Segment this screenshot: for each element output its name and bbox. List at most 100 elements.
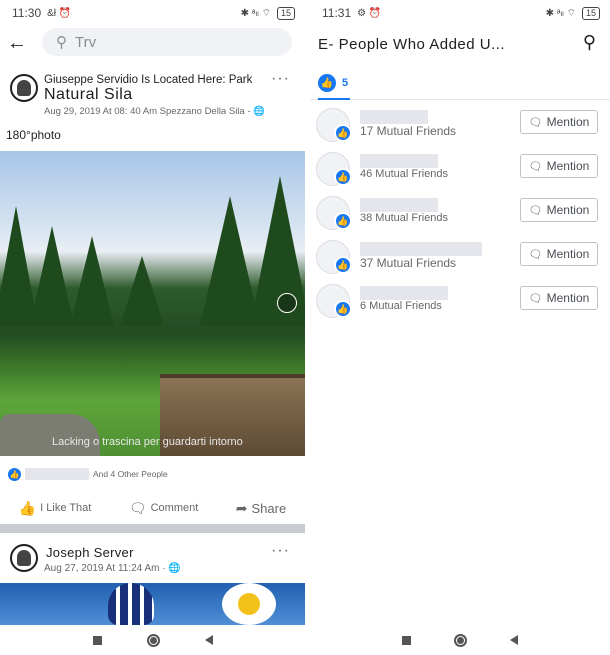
android-nav-bar	[0, 625, 305, 655]
post2-photo[interactable]	[0, 583, 305, 625]
status-time: 11:30	[12, 6, 42, 20]
photo-hint: Lacking o trascina per guardarti intorno	[52, 436, 243, 448]
back-icon[interactable]	[510, 635, 519, 645]
pan-cursor-icon[interactable]	[277, 293, 297, 313]
search-placeholder: Trv	[75, 33, 97, 51]
mention-button[interactable]: 🗨 Mention	[520, 242, 598, 266]
more-options-icon[interactable]: ···	[271, 542, 290, 560]
mention-label: Mention	[546, 247, 590, 261]
mention-button[interactable]: 🗨 Mention	[520, 154, 598, 178]
home-icon[interactable]	[146, 633, 160, 647]
mention-button[interactable]: 🗨 Mention	[520, 198, 598, 222]
likes-text: And 4 Other People	[93, 469, 168, 479]
list-item[interactable]: 👍 6 Mutual Friends 🗨 Mention	[310, 280, 610, 324]
globe-icon: 🌐	[168, 563, 181, 574]
mutual-friends: 6 Mutual Friends	[360, 300, 442, 312]
comment-icon: 🗨	[528, 248, 543, 261]
top-bar: ← ⚲ Trv	[0, 26, 305, 60]
reaction-tabs: 👍 5	[310, 64, 610, 100]
post-author-line[interactable]: Giuseppe Servidio Is Located Here: Park	[44, 74, 252, 86]
search-input[interactable]: ⚲ Trv	[42, 28, 292, 56]
recents-icon[interactable]	[401, 635, 411, 645]
post-timestamp: Aug 29, 2019 At 08: 40 Am Spezzano Della…	[44, 106, 251, 117]
post-meta: Aug 29, 2019 At 08: 40 Am Spezzano Della…	[44, 106, 265, 117]
redacted-name	[360, 154, 438, 168]
back-arrow-icon[interactable]: ←	[0, 32, 34, 55]
search-icon: ⚲	[56, 34, 67, 51]
like-badge-icon: 👍	[334, 168, 352, 186]
feed-separator	[0, 524, 305, 533]
like-badge-icon: 👍	[334, 124, 352, 142]
battery-icon: 15	[276, 6, 295, 20]
comment-icon: 🗨	[528, 160, 543, 173]
comment-icon: 🗨	[528, 116, 543, 129]
photo-label: 180°photo	[6, 128, 61, 142]
mutual-friends: 37 Mutual Friends	[360, 256, 457, 270]
mention-label: Mention	[546, 203, 590, 217]
like-label: I Like That	[40, 502, 92, 514]
like-badge-icon: 👍	[334, 212, 352, 230]
post-location[interactable]: Natural Sila	[44, 86, 133, 104]
comment-icon: 🗨	[528, 292, 543, 305]
share-button[interactable]: ➦ Share	[236, 500, 286, 517]
recents-icon[interactable]	[92, 635, 102, 645]
back-icon[interactable]	[204, 635, 213, 645]
like-reaction-icon: 👍	[318, 74, 336, 92]
list-item[interactable]: 👍 38 Mutual Friends 🗨 Mention	[310, 192, 610, 236]
status-bar: 11:30 &ł ⏰ ✱ ᵃₗₗ ⌔ 15	[0, 0, 305, 26]
post2-author[interactable]: Joseph Server	[46, 545, 134, 560]
status-time: 11:31	[322, 6, 352, 20]
status-signal-icons: ✱ ᵃₗₗ ⌔	[545, 7, 576, 19]
redacted-name	[360, 110, 428, 124]
avatar[interactable]	[10, 74, 38, 102]
search-icon[interactable]: ⚲	[583, 32, 596, 53]
balloon-shape	[108, 583, 154, 625]
tree-shape	[30, 226, 74, 326]
status-bar: 11:31 ⚙ ⏰ ✱ ᵃₗₗ ⌔ 15	[310, 0, 610, 26]
mutual-friends: 38 Mutual Friends	[360, 212, 449, 224]
like-button[interactable]: 👍 I Like That	[19, 500, 92, 517]
title-bar: E- People Who Added U... ⚲	[310, 26, 610, 62]
mention-label: Mention	[546, 159, 590, 173]
tree-shape	[120, 256, 164, 326]
status-right-icons: ✱ ᵃₗₗ ⌔ 15	[241, 6, 295, 20]
mention-button[interactable]: 🗨 Mention	[520, 286, 598, 310]
list-item[interactable]: 👍 37 Mutual Friends 🗨 Mention	[310, 236, 610, 280]
list-item[interactable]: 👍 17 Mutual Friends 🗨 Mention	[310, 104, 610, 148]
like-badge-icon: 👍	[334, 300, 352, 318]
comment-icon: 🗨	[528, 204, 543, 217]
post-header: Giuseppe Servidio Is Located Here: Park …	[8, 68, 298, 128]
right-screen: 11:31 ⚙ ⏰ ✱ ᵃₗₗ ⌔ 15 E- People Who Added…	[310, 0, 610, 655]
tree-shape	[70, 236, 114, 326]
daisy-shape	[222, 583, 276, 625]
rock-shape	[0, 414, 100, 456]
mention-button[interactable]: 🗨 Mention	[520, 110, 598, 134]
page-title: E- People Who Added U...	[318, 36, 506, 53]
post2-header: Joseph Server Aug 27, 2019 At 11:24 Am ·…	[8, 540, 298, 580]
reactions-row[interactable]: 👍 And 4 Other People	[8, 466, 168, 482]
battery-icon: 15	[581, 6, 600, 20]
thumbs-up-icon: 👍	[18, 499, 37, 516]
share-label: Share	[251, 500, 287, 516]
status-left-icons: ⚙ ⏰	[357, 7, 382, 19]
like-reaction-icon: 👍	[8, 467, 21, 481]
list-item[interactable]: 👍 46 Mutual Friends 🗨 Mention	[310, 148, 610, 192]
share-icon: ➦	[235, 499, 248, 516]
like-badge-icon: 👍	[334, 256, 352, 274]
post2-meta: Aug 27, 2019 At 11:24 Am · 🌐	[44, 563, 181, 574]
redacted-name	[360, 198, 438, 212]
mention-label: Mention	[546, 115, 590, 129]
home-icon[interactable]	[453, 633, 467, 647]
post-photo-360[interactable]: Lacking o trascina per guardarti intorno	[0, 151, 305, 456]
redacted-name	[360, 286, 448, 300]
tab-count: 5	[342, 77, 349, 89]
tab-likes[interactable]: 👍 5	[318, 70, 350, 100]
status-right-icons: ✱ ᵃₗₗ ⌔ 15	[545, 6, 600, 20]
comment-label: Comment	[150, 502, 199, 514]
comment-button[interactable]: 🗨 Comment	[129, 500, 198, 517]
mutual-friends: 17 Mutual Friends	[360, 124, 457, 138]
redacted-name	[360, 242, 482, 256]
post-action-bar: 👍 I Like That 🗨 Comment ➦ Share	[0, 494, 305, 522]
more-options-icon[interactable]: ···	[271, 70, 290, 88]
avatar[interactable]	[10, 544, 38, 572]
